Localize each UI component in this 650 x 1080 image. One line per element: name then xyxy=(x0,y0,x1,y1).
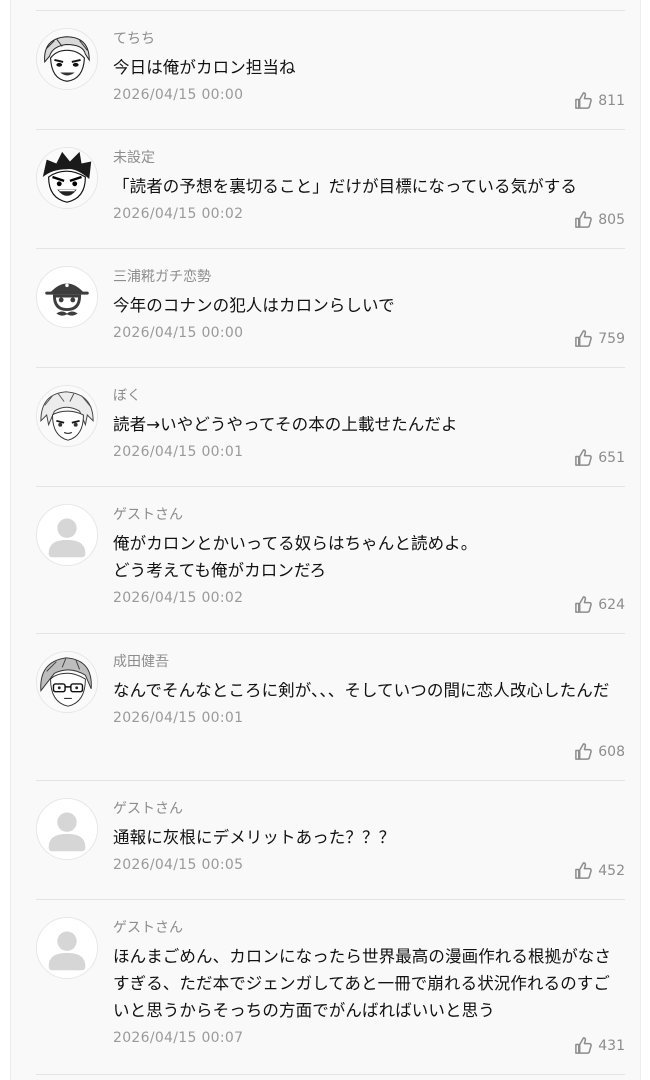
comment-timestamp: 2026/04/15 00:02 xyxy=(113,206,244,222)
comment-text: なんでそんなところに剣が、、、そしていつの間に恋人改心したんだ xyxy=(113,681,610,700)
comment-timestamp: 2026/04/15 00:01 xyxy=(113,444,244,460)
like-count: 805 xyxy=(598,211,625,228)
comment-text: 今年のコナンの犯人はカロンらしいで xyxy=(113,296,395,315)
default-user-icon[interactable] xyxy=(36,798,98,860)
like-button[interactable]: 608 xyxy=(574,742,625,761)
comment-item: 未設定 「読者の予想を裏切ること」だけが目標になっている気がする 2026/04… xyxy=(36,129,625,248)
comment-timestamp: 2026/04/15 00:05 xyxy=(113,857,244,873)
like-count: 811 xyxy=(598,92,625,109)
comment-item: ゲストさん 俺がカロンとかいってる奴らはちゃんと読めよ。どう考えても俺がカロンだ… xyxy=(36,486,625,633)
like-count: 608 xyxy=(598,743,625,760)
comment-author: 三浦糀ガチ恋勢 xyxy=(113,269,211,285)
comment-timestamp: 2026/04/15 00:01 xyxy=(113,710,244,726)
comment-item: ゲストさん 通報に灰根にデメリットあった？？？ 2026/04/15 00:05… xyxy=(36,780,625,899)
like-button[interactable]: 811 xyxy=(574,91,625,110)
comment-timestamp: 2026/04/15 00:07 xyxy=(113,1030,244,1046)
thumbs-up-icon xyxy=(575,1037,593,1054)
comment-author: ぼく xyxy=(113,388,141,404)
comment-author: 成田健吾 xyxy=(113,654,169,670)
like-button[interactable]: 759 xyxy=(574,329,625,348)
manga-shouting-boy-icon[interactable] xyxy=(36,147,98,209)
comment-panel: てちち 今日は俺がカロン担当ね 2026/04/15 00:00 811 未設定… xyxy=(10,0,641,1080)
manga-glasses-character-icon[interactable] xyxy=(36,651,98,713)
thumbs-up-icon xyxy=(575,92,593,109)
thumbs-up-icon xyxy=(575,743,593,760)
comment-timestamp: 2026/04/15 00:00 xyxy=(113,325,244,341)
like-button[interactable]: 452 xyxy=(574,861,625,880)
default-user-icon[interactable] xyxy=(36,917,98,979)
like-count: 651 xyxy=(598,449,625,466)
like-button[interactable]: 431 xyxy=(574,1036,625,1055)
like-count: 624 xyxy=(598,596,625,613)
like-button[interactable]: 651 xyxy=(574,448,625,467)
thumbs-up-icon xyxy=(575,330,593,347)
comment-author: ゲストさん xyxy=(113,507,183,523)
comment-text: 俺がカロンとかいってる奴らはちゃんと読めよ。どう考えても俺がカロンだろ xyxy=(113,534,478,580)
comment-item: 三浦糀ガチ恋勢 今年のコナンの犯人はカロンらしいで 2026/04/15 00:… xyxy=(36,248,625,367)
like-count: 431 xyxy=(598,1037,625,1054)
like-count: 759 xyxy=(598,330,625,347)
thumbs-up-icon xyxy=(575,211,593,228)
comment-text: 「読者の予想を裏切ること」だけが目標になっている気がする xyxy=(113,177,577,196)
comment-item: ぼく 読者→いやどうやってその本の上載せたんだよ 2026/04/15 00:0… xyxy=(36,367,625,486)
comment-author: ゲストさん xyxy=(113,920,183,936)
comment-list: てちち 今日は俺がカロン担当ね 2026/04/15 00:00 811 未設定… xyxy=(36,10,625,1075)
comment-text: 今日は俺がカロン担当ね xyxy=(113,58,296,77)
thumbs-up-icon xyxy=(575,596,593,613)
thumbs-up-icon xyxy=(575,449,593,466)
comment-text: 通報に灰根にデメリットあった？？？ xyxy=(113,828,396,847)
comment-timestamp: 2026/04/15 00:02 xyxy=(113,590,244,606)
pirate-skull-logo-icon[interactable] xyxy=(36,266,98,328)
like-count: 452 xyxy=(598,862,625,879)
like-button[interactable]: 805 xyxy=(574,210,625,229)
list-divider xyxy=(36,1074,625,1075)
comment-item: てちち 今日は俺がカロン担当ね 2026/04/15 00:00 811 xyxy=(36,10,625,129)
default-user-icon[interactable] xyxy=(36,504,98,566)
comment-author: ゲストさん xyxy=(113,801,183,817)
comment-text: ほんまごめん、カロンになったら世界最高の漫画作れる根拠がなさすぎる、ただ本でジェ… xyxy=(113,947,611,1020)
like-button[interactable]: 624 xyxy=(574,595,625,614)
thumbs-up-icon xyxy=(575,862,593,879)
comment-item: ゲストさん ほんまごめん、カロンになったら世界最高の漫画作れる根拠がなさすぎる、… xyxy=(36,899,625,1074)
manga-silver-hair-character-icon[interactable] xyxy=(36,385,98,447)
comment-item: 成田健吾 なんでそんなところに剣が、、、そしていつの間に恋人改心したんだ 202… xyxy=(36,633,625,780)
comment-author: 未設定 xyxy=(113,150,155,166)
comment-author: てちち xyxy=(113,31,155,47)
comment-text: 読者→いやどうやってその本の上載せたんだよ xyxy=(113,415,458,434)
manga-smiling-girl-icon[interactable] xyxy=(36,28,98,90)
comment-timestamp: 2026/04/15 00:00 xyxy=(113,87,244,103)
